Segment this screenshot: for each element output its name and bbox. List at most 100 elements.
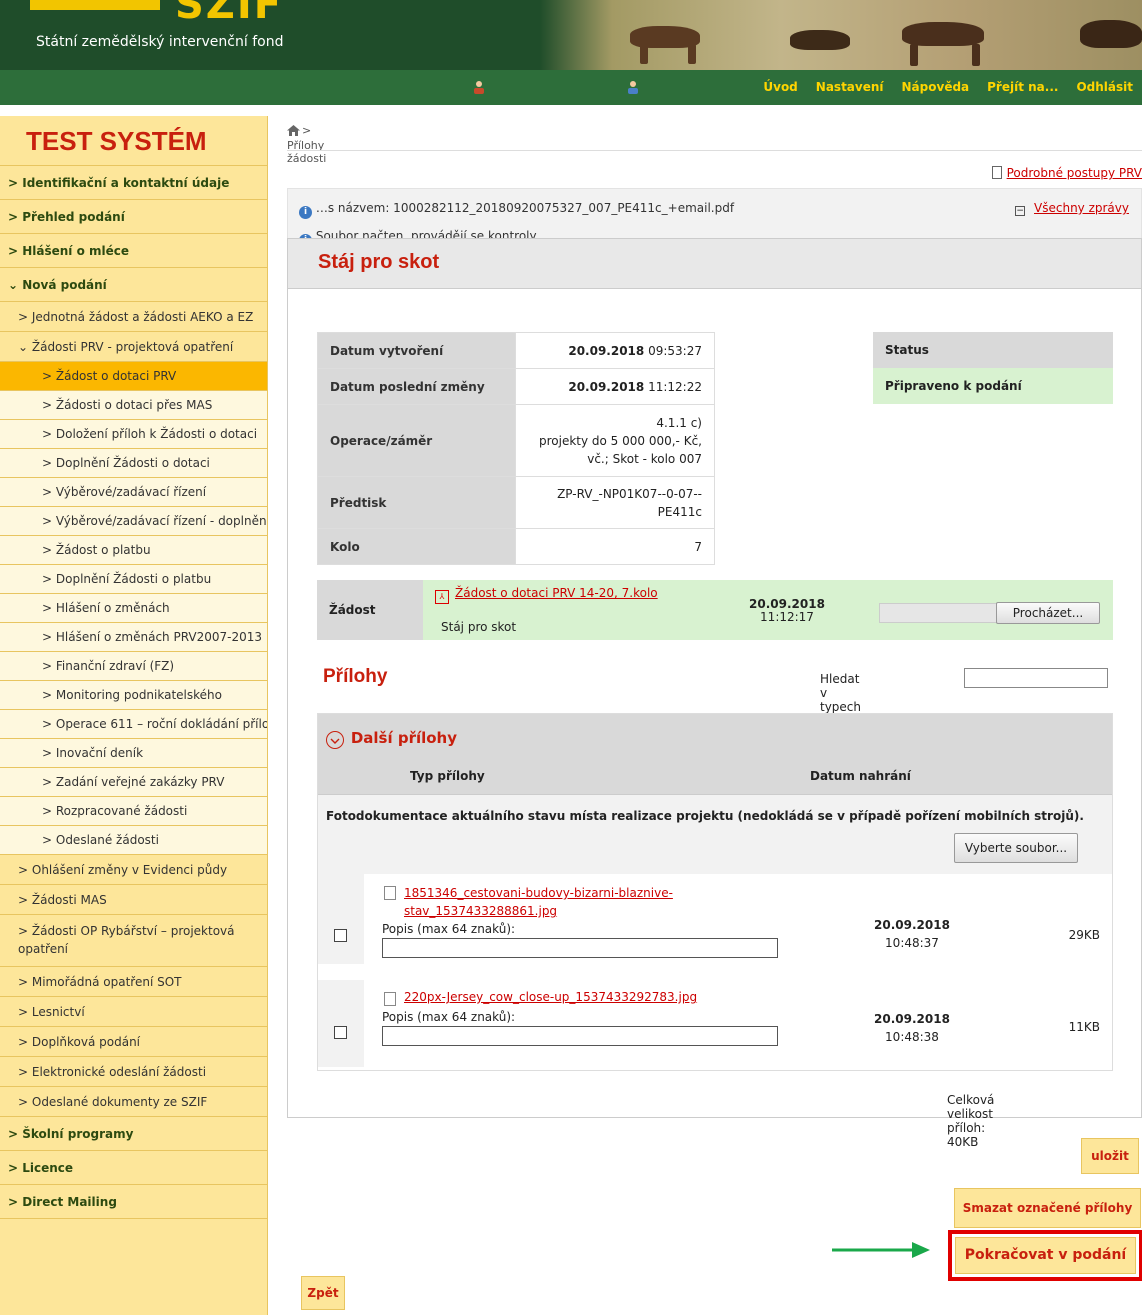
- file-row: 220px-Jersey_cow_close-up_1537433292783.…: [318, 980, 1112, 1067]
- all-messages-link[interactable]: Všechny zprávy: [1034, 201, 1129, 215]
- nav-odhlasit[interactable]: Odhlásit: [1067, 70, 1142, 105]
- sidebar-item-mleko[interactable]: > Hlášení o mléce: [0, 234, 267, 268]
- sidebar-item-rozpracovane[interactable]: > Rozpracované žádosti: [0, 797, 267, 826]
- message-1: …s názvem: 1000282112_20180920075327_007…: [315, 201, 735, 215]
- home-icon[interactable]: [287, 125, 300, 139]
- col-date: Datum nahrání: [810, 769, 911, 783]
- nav-prejit-na[interactable]: Přejít na...: [978, 70, 1067, 105]
- modified-date: 20.09.2018: [568, 379, 645, 394]
- application-link[interactable]: Žádost o dotaci PRV 14-20, 7.kolo: [455, 586, 658, 600]
- browse-button[interactable]: Procházet...: [996, 602, 1100, 624]
- user-icon[interactable]: [472, 80, 486, 94]
- round-label: Kolo: [317, 528, 516, 565]
- file-desc-label: Popis (max 64 znaků):: [382, 1010, 516, 1024]
- sidebar-item-jednotna[interactable]: > Jednotná žádost a žádosti AEKO a EZ: [0, 302, 267, 332]
- sidebar-item-zadosti-prv[interactable]: ⌄ Žádosti PRV - projektová opatření: [0, 332, 267, 362]
- operation-v3: vč.; Skot - kolo 007: [587, 451, 702, 466]
- file-desc-input[interactable]: [382, 938, 778, 958]
- sidebar-item-skolni[interactable]: > Školní programy: [0, 1117, 267, 1151]
- status-value: Připraveno k podání: [873, 368, 1113, 404]
- sidebar-item-lesnictvi[interactable]: > Lesnictví: [0, 997, 267, 1027]
- file-desc-input[interactable]: [382, 1026, 778, 1046]
- sidebar-item-licence[interactable]: > Licence: [0, 1151, 267, 1185]
- sidebar-item-prehled[interactable]: > Přehled podání: [0, 200, 267, 234]
- file-path-field[interactable]: [879, 603, 997, 623]
- nav-napoveda[interactable]: Nápověda: [893, 70, 979, 105]
- continue-button[interactable]: Pokračovat v podání: [955, 1237, 1136, 1274]
- modified-label: Datum poslední změny: [317, 368, 516, 405]
- back-button[interactable]: Zpět: [301, 1276, 345, 1310]
- org-name: Státní zemědělský intervenční fond: [36, 34, 284, 50]
- modified-time: 11:12:22: [648, 379, 702, 394]
- sidebar-item-odeslane-zadosti[interactable]: > Odeslané žádosti: [0, 826, 267, 855]
- sidebar-item-zadost-o-dotaci[interactable]: > Žádost o dotaci PRV: [0, 362, 267, 391]
- application-row: Žádost ⅄ Žádost o dotaci PRV 14-20, 7.kol…: [317, 580, 1113, 640]
- file-link[interactable]: 1851346_cestovani-budovy-bizarni-blazniv…: [404, 886, 673, 900]
- file-date: 20.09.2018: [874, 1012, 950, 1026]
- document-icon: [991, 166, 1002, 179]
- sidebar-item-evidence-pudy[interactable]: > Ohlášení změny v Evidenci půdy: [0, 855, 267, 885]
- group-title[interactable]: Další přílohy: [351, 729, 457, 747]
- help-link[interactable]: Podrobné postupy PRV: [1007, 166, 1142, 180]
- file-size: 29KB: [1068, 928, 1100, 942]
- delete-selected-button[interactable]: Smazat označené přílohy: [954, 1188, 1141, 1228]
- file-size: 11KB: [1068, 1020, 1100, 1034]
- sidebar-item-vyberove[interactable]: > Výběrové/zadávací řízení: [0, 478, 267, 507]
- sidebar-item-hlaseni-zmen[interactable]: > Hlášení o změnách: [0, 594, 267, 623]
- divider: [287, 150, 1142, 151]
- sidebar: TEST SYSTÉM > Identifikační a kontaktní …: [0, 116, 268, 1315]
- choose-file-button[interactable]: Vyberte soubor...: [954, 833, 1078, 863]
- sidebar-item-doplneni-platbu[interactable]: > Doplnění Žádosti o platbu: [0, 565, 267, 594]
- attachment-search-input[interactable]: [964, 668, 1108, 688]
- sidebar-item-monitoring[interactable]: > Monitoring podnikatelského: [0, 681, 267, 710]
- created-date: 20.09.2018: [568, 343, 645, 358]
- pretisk-v1: ZP-RV_-NP01K07--0-07--: [557, 486, 702, 501]
- save-button[interactable]: uložit: [1081, 1138, 1139, 1174]
- green-arrow: [832, 1241, 932, 1262]
- sidebar-item-financni-zdravi[interactable]: > Finanční zdraví (FZ): [0, 652, 267, 681]
- sidebar-item-zadosti-mas[interactable]: > Žádosti MAS: [0, 885, 267, 915]
- sidebar-item-odeslane-dokumenty[interactable]: > Odeslané dokumenty ze SZIF: [0, 1087, 267, 1117]
- operation-v2: projekty do 5 000 000,- Kč,: [538, 433, 702, 448]
- attachments-group: Další přílohy Typ přílohy Datum nahrání …: [317, 713, 1113, 1071]
- file-row: 1851346_cestovani-budovy-bizarni-blazniv…: [318, 874, 1112, 964]
- file-icon: [384, 992, 396, 1006]
- sidebar-item-mas[interactable]: > Žádosti o dotaci přes MAS: [0, 391, 267, 420]
- sidebar-item-hlaseni-prv2007[interactable]: > Hlášení o změnách PRV2007-2013: [0, 623, 267, 652]
- sidebar-item-vyberove-doplneni[interactable]: > Výběrové/zadávací řízení - doplnění: [0, 507, 267, 536]
- sidebar-item-operace-611[interactable]: > Operace 611 – roční dokládání příloh: [0, 710, 267, 739]
- file-time: 10:48:37: [885, 936, 939, 950]
- sidebar-item-identifikacni[interactable]: > Identifikační a kontaktní údaje: [0, 166, 267, 200]
- sidebar-item-platbu[interactable]: > Žádost o platbu: [0, 536, 267, 565]
- file-icon: [384, 886, 396, 900]
- col-type: Typ přílohy: [410, 769, 485, 783]
- sidebar-item-dolozeni[interactable]: > Doložení příloh k Žádosti o dotaci: [0, 420, 267, 449]
- round-value: 7: [515, 528, 715, 565]
- sidebar-item-doplneni-dotaci[interactable]: > Doplnění Žádosti o dotaci: [0, 449, 267, 478]
- sidebar-item-inovacni[interactable]: > Inovační deník: [0, 739, 267, 768]
- collapse-icon[interactable]: −: [1015, 206, 1026, 216]
- sidebar-item-op-rybarstvi[interactable]: > Žádosti OP Rybářství – projektová opat…: [0, 915, 267, 967]
- nav-uvod[interactable]: Úvod: [754, 70, 806, 105]
- user-icon-2[interactable]: [626, 80, 640, 94]
- sidebar-item-elektronicke[interactable]: > Elektronické odeslání žádosti: [0, 1057, 267, 1087]
- file-date: 20.09.2018: [874, 918, 950, 932]
- nav-nastaveni[interactable]: Nastavení: [807, 70, 893, 105]
- chevron-down-icon[interactable]: [326, 731, 344, 749]
- info-icon: i: [299, 206, 312, 219]
- panel-title: Stáj pro skot: [288, 239, 1141, 289]
- logo-bar: [30, 0, 160, 10]
- sidebar-item-sot[interactable]: > Mimořádná opatření SOT: [0, 967, 267, 997]
- file-checkbox[interactable]: [334, 1026, 347, 1039]
- status-table: Status Připraveno k podání: [873, 332, 1113, 404]
- attachments-title: Přílohy: [323, 666, 388, 687]
- logo[interactable]: SZIF: [175, 0, 283, 28]
- file-checkbox[interactable]: [334, 929, 347, 942]
- sidebar-item-nova-podani[interactable]: ⌄ Nová podání: [0, 268, 267, 302]
- sidebar-item-direct-mailing[interactable]: > Direct Mailing: [0, 1185, 267, 1219]
- file-link-cont[interactable]: stav_1537433288861.jpg: [404, 904, 557, 918]
- file-link[interactable]: 220px-Jersey_cow_close-up_1537433292783.…: [404, 990, 697, 1004]
- sidebar-item-doplnkova[interactable]: > Doplňková podání: [0, 1027, 267, 1057]
- operation-label: Operace/záměr: [317, 404, 516, 477]
- sidebar-item-zakazky[interactable]: > Zadání veřejné zakázky PRV: [0, 768, 267, 797]
